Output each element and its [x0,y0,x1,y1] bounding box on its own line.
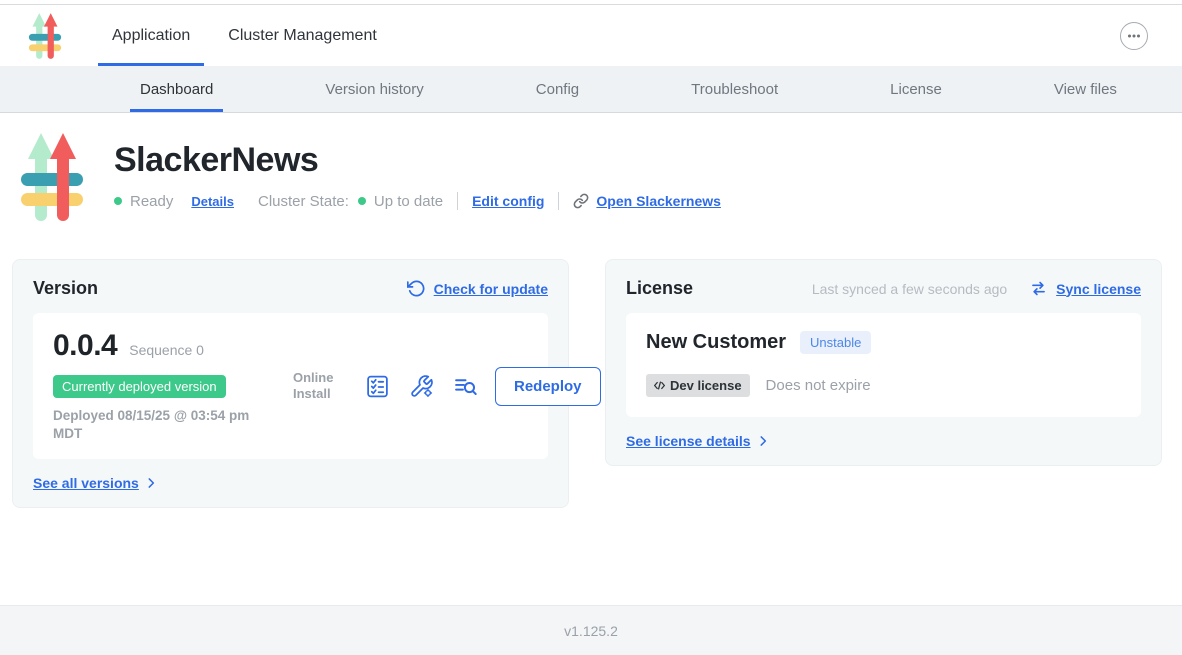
overflow-menu-button[interactable] [1120,22,1148,50]
divider [457,192,458,210]
license-card-header: License Last synced a few seconds ago Sy… [626,278,1141,299]
cluster-state-label: Cluster State: [258,193,349,210]
edit-config-button[interactable] [407,372,435,400]
chain-link-icon [573,193,589,209]
edit-config-link[interactable]: Edit config [472,193,544,209]
divider [558,192,559,210]
tab-version-history-label: Version history [325,81,423,98]
version-card-title: Version [33,278,98,299]
channel-badge: Unstable [800,331,871,354]
page-title: SlackerNews [114,141,721,180]
version-info: 0.0.4 Sequence 0 Currently deployed vers… [53,329,293,443]
install-type-label: Online Install [293,370,347,403]
deployed-status-badge: Currently deployed version [53,375,226,398]
tab-config[interactable]: Config [526,66,589,112]
tab-view-files-label: View files [1054,81,1117,98]
version-sequence: Sequence 0 [129,342,204,358]
open-slackernews-link[interactable]: Open Slackernews [596,193,721,209]
tab-cluster-management-label: Cluster Management [228,27,377,45]
tab-view-files[interactable]: View files [1044,66,1127,112]
wrench-gear-icon [409,374,434,399]
redeploy-button[interactable]: Redeploy [495,367,601,406]
footer: v1.125.2 [0,605,1182,655]
app-logo-small [0,5,64,66]
last-synced-text: Last synced a few seconds ago [812,281,1007,297]
tab-application-label: Application [112,27,190,45]
see-license-details-link[interactable]: See license details [626,433,751,449]
sync-arrows-icon [1029,279,1048,298]
license-type-badge: Dev license [646,374,750,397]
checklist-icon [365,374,390,399]
deployed-timestamp: Deployed 08/15/25 @ 03:54 pm MDT [53,407,281,443]
cluster-state-dot [358,197,366,205]
dashboard-cards: Version Check for update 0.0.4 Sequence … [12,259,1170,508]
license-expiry-text: Does not expire [766,377,871,394]
tab-license-label: License [890,81,942,98]
slackernews-logo-icon [26,11,64,61]
status-details-link[interactable]: Details [191,194,234,209]
tab-version-history[interactable]: Version history [315,66,433,112]
license-type-badge-label: Dev license [670,378,742,393]
tab-config-label: Config [536,81,579,98]
app-header-text: SlackerNews Ready Details Cluster State:… [114,129,721,225]
code-brackets-icon [652,378,667,393]
app-status-dot [114,197,122,205]
console-version: v1.125.2 [564,623,618,639]
tab-troubleshoot[interactable]: Troubleshoot [681,66,788,112]
app-status-text: Ready [130,193,173,210]
tab-cluster-management[interactable]: Cluster Management [214,5,391,66]
see-all-versions-link[interactable]: See all versions [33,475,139,491]
check-for-update-link[interactable]: Check for update [434,281,548,297]
license-card: License Last synced a few seconds ago Sy… [605,259,1162,466]
preflight-checks-button[interactable] [363,372,391,400]
app-logo-large [20,129,84,225]
check-update-group[interactable]: Check for update [407,279,548,298]
see-license-details-row: See license details [626,433,1141,449]
subnav: Dashboard Version history Config Trouble… [0,66,1182,113]
main-nav: Application Cluster Management [0,4,1182,66]
current-version-panel: 0.0.4 Sequence 0 Currently deployed vers… [33,313,548,459]
app-header: SlackerNews Ready Details Cluster State:… [0,113,1182,225]
customer-row: New Customer Unstable [646,331,1121,354]
open-app-group: Open Slackernews [573,193,721,209]
chevron-right-icon [144,476,158,490]
version-actions: Online Install [293,367,603,406]
license-detail-panel: New Customer Unstable Dev license Does n… [626,313,1141,417]
lines-magnifier-icon [453,374,478,399]
status-row: Ready Details Cluster State: Up to date … [114,192,721,210]
tab-license[interactable]: License [880,66,952,112]
admin-console-page: Application Cluster Management Dashboard… [0,0,1182,655]
see-all-versions-row: See all versions [33,475,548,491]
sync-license-link[interactable]: Sync license [1056,281,1141,297]
license-sync-group: Last synced a few seconds ago Sync licen… [812,279,1141,298]
license-card-title: License [626,278,693,299]
license-meta-row: Dev license Does not expire [646,374,1121,397]
tab-dashboard[interactable]: Dashboard [130,66,223,112]
chevron-right-icon [756,434,770,448]
cluster-state-text: Up to date [374,193,443,210]
version-number: 0.0.4 [53,329,117,363]
version-card-header: Version Check for update [33,278,548,299]
tab-troubleshoot-label: Troubleshoot [691,81,778,98]
view-logs-button[interactable] [451,372,479,400]
slackernews-logo-icon [20,129,84,225]
nav-right [1120,5,1182,66]
tab-dashboard-label: Dashboard [140,81,213,98]
version-card: Version Check for update 0.0.4 Sequence … [12,259,569,508]
ellipsis-icon [1126,28,1142,44]
refresh-icon [407,279,426,298]
customer-name: New Customer [646,331,786,354]
tab-application[interactable]: Application [98,5,204,66]
